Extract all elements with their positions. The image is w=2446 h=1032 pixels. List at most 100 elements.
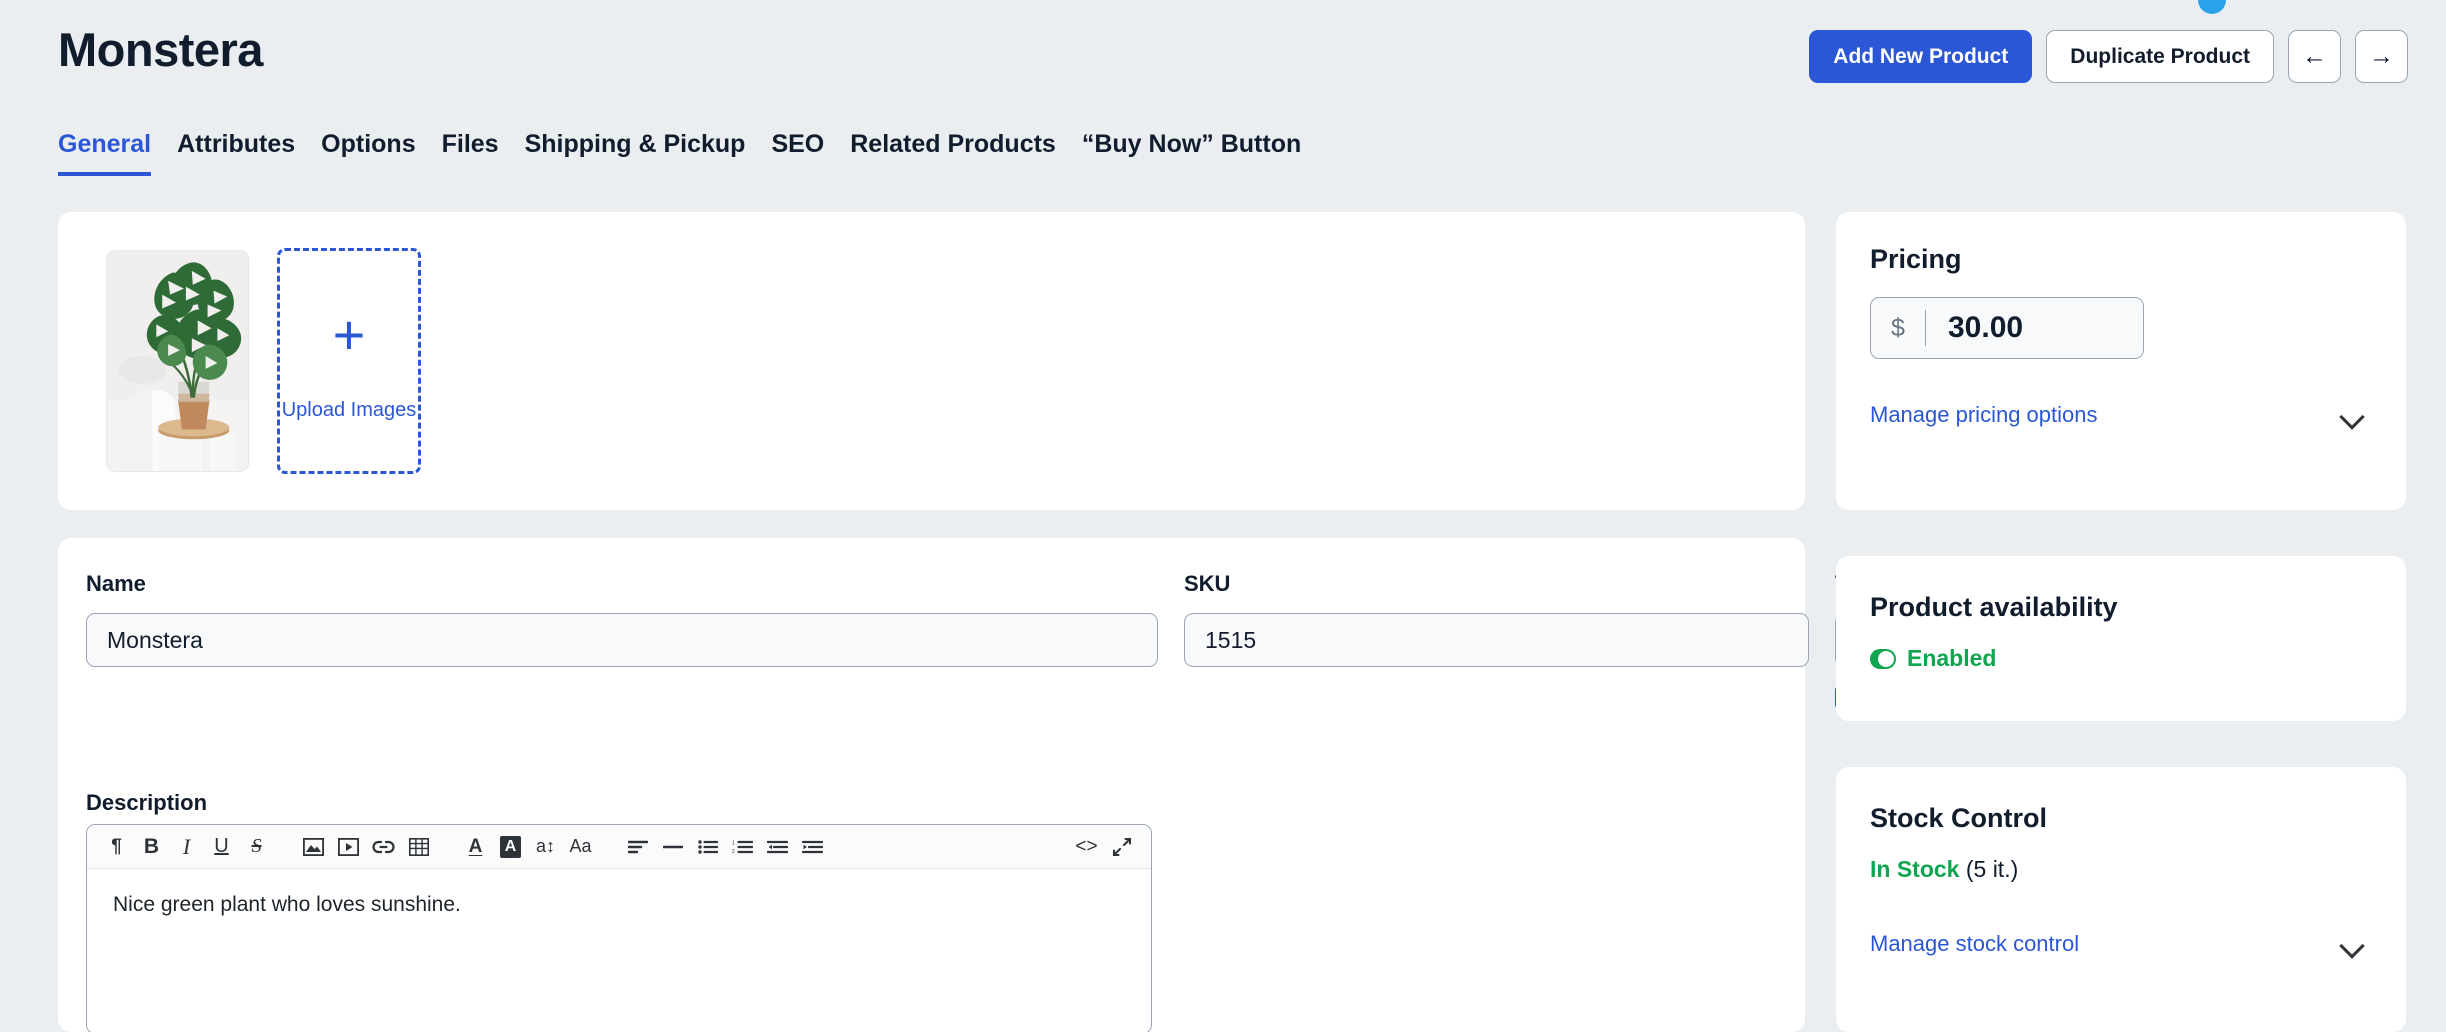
sku-label: SKU: [1184, 571, 1809, 597]
availability-status-label: Enabled: [1907, 645, 1996, 672]
paragraph-icon[interactable]: ¶: [99, 830, 134, 864]
italic-icon[interactable]: I: [169, 830, 204, 864]
align-icon[interactable]: [620, 830, 655, 864]
pricing-card-body: Pricing $ 30.00 Manage pricing options: [1836, 212, 2406, 428]
fullscreen-icon[interactable]: [1104, 830, 1139, 864]
pricing-card: Pricing $ 30.00 Manage pricing options: [1836, 212, 2406, 510]
currency-symbol: $: [1871, 314, 1925, 343]
insert-link-icon[interactable]: [366, 830, 401, 864]
align-glyph: [628, 840, 648, 854]
manage-stock-control-row[interactable]: Manage stock control: [1870, 931, 2372, 957]
product-editor-page: Monstera Add New Product Duplicate Produ…: [0, 0, 2446, 1032]
editor-toolbar: ¶ B I U S: [87, 825, 1151, 869]
availability-toggle[interactable]: [1870, 649, 1896, 669]
availability-title: Product availability: [1870, 592, 2372, 623]
bulleted-list-icon[interactable]: [690, 830, 725, 864]
tab-seo[interactable]: SEO: [771, 130, 824, 176]
strikethrough-icon[interactable]: S: [239, 830, 274, 864]
indent-icon[interactable]: [795, 830, 830, 864]
availability-card-body: Product availability Enabled: [1836, 556, 2406, 672]
source-code-icon[interactable]: <>: [1069, 830, 1104, 864]
name-label: Name: [86, 571, 1158, 597]
stock-control-card: Stock Control In Stock (5 it.) Manage st…: [1836, 767, 2406, 1032]
plus-icon: +: [333, 307, 366, 363]
highlight-color-glyph: A: [500, 836, 522, 858]
upload-images-dropzone[interactable]: + Upload Images: [277, 248, 421, 474]
manage-pricing-options-link[interactable]: Manage pricing options: [1870, 402, 2097, 428]
chevron-down-icon[interactable]: [2340, 937, 2366, 951]
next-product-button[interactable]: →: [2355, 30, 2408, 83]
product-availability-card: Product availability Enabled: [1836, 556, 2406, 721]
indent-glyph: [802, 840, 823, 854]
tab-buy-now-button[interactable]: “Buy Now” Button: [1082, 130, 1301, 176]
stock-quantity: (5 it.): [1966, 856, 2018, 882]
product-tabs: General Attributes Options Files Shippin…: [58, 130, 1301, 176]
link-glyph: [372, 839, 395, 855]
bold-icon[interactable]: B: [134, 830, 169, 864]
insert-table-icon[interactable]: [401, 830, 436, 864]
font-family-icon[interactable]: Aa: [563, 830, 598, 864]
sku-field-group: SKU 1515: [1184, 571, 1809, 667]
page-header: Monstera Add New Product Duplicate Produ…: [0, 0, 2446, 130]
hr-glyph: [663, 840, 683, 854]
duplicate-product-button[interactable]: Duplicate Product: [2046, 30, 2274, 83]
text-color-icon[interactable]: A: [458, 830, 493, 864]
outdent-icon[interactable]: [760, 830, 795, 864]
bullet-list-glyph: [698, 840, 718, 854]
underline-icon[interactable]: U: [204, 830, 239, 864]
image-glyph: [303, 838, 324, 856]
stock-status-line: In Stock (5 it.): [1870, 856, 2372, 883]
chevron-down-icon[interactable]: [2340, 408, 2366, 422]
tab-general[interactable]: General: [58, 130, 151, 176]
tab-shipping-pickup[interactable]: Shipping & Pickup: [525, 130, 746, 176]
font-size-glyph: a↕: [536, 836, 555, 857]
tab-options[interactable]: Options: [321, 130, 415, 176]
availability-status-row[interactable]: Enabled: [1870, 645, 2372, 672]
page-title: Monstera: [58, 22, 263, 77]
tab-files[interactable]: Files: [442, 130, 499, 176]
insert-image-icon[interactable]: [296, 830, 331, 864]
stock-card-body: Stock Control In Stock (5 it.) Manage st…: [1836, 767, 2406, 957]
fullscreen-glyph: [1112, 837, 1132, 857]
font-family-glyph: Aa: [569, 836, 591, 857]
stock-status-badge: In Stock: [1870, 856, 1959, 882]
description-text[interactable]: Nice green plant who loves sunshine.: [87, 869, 1151, 941]
bold-glyph: B: [144, 835, 159, 859]
description-editor: ¶ B I U S: [86, 824, 1152, 1032]
manage-stock-control-link[interactable]: Manage stock control: [1870, 931, 2079, 957]
source-code-glyph: <>: [1075, 836, 1097, 858]
horizontal-rule-icon[interactable]: [655, 830, 690, 864]
name-input[interactable]: Monstera: [86, 613, 1158, 667]
stock-title: Stock Control: [1870, 803, 2372, 834]
numbered-list-glyph: 1 2: [732, 840, 753, 854]
description-label: Description: [86, 790, 207, 816]
product-details-card: Name Monstera SKU 1515 Weight, kg 0.5 Re…: [58, 538, 1805, 1032]
numbered-list-icon[interactable]: 1 2: [725, 830, 760, 864]
product-image-thumbnail[interactable]: [106, 250, 249, 472]
product-images-card: + Upload Images: [58, 212, 1805, 510]
notification-dot-icon: [2198, 0, 2226, 14]
highlight-color-icon[interactable]: A: [493, 830, 528, 864]
insert-video-icon[interactable]: [331, 830, 366, 864]
previous-product-button[interactable]: ←: [2288, 30, 2341, 83]
manage-pricing-options-row[interactable]: Manage pricing options: [1870, 402, 2372, 428]
price-value: 30.00: [1926, 311, 2023, 345]
paragraph-glyph: ¶: [111, 836, 122, 858]
tab-related-products[interactable]: Related Products: [850, 130, 1056, 176]
monstera-plant-photo: [107, 251, 248, 471]
outdent-glyph: [767, 840, 788, 854]
text-color-glyph: A: [469, 836, 483, 858]
video-glyph: [338, 838, 359, 856]
svg-text:2: 2: [732, 849, 735, 854]
strikethrough-glyph: S: [252, 835, 262, 858]
tab-attributes[interactable]: Attributes: [177, 130, 295, 176]
svg-text:1: 1: [732, 840, 735, 846]
table-glyph: [409, 838, 429, 856]
italic-glyph: I: [183, 834, 190, 860]
add-new-product-button[interactable]: Add New Product: [1809, 30, 2032, 83]
price-input[interactable]: $ 30.00: [1870, 297, 2144, 359]
font-size-icon[interactable]: a↕: [528, 830, 563, 864]
header-actions: Add New Product Duplicate Product ← →: [1809, 30, 2408, 83]
sku-input[interactable]: 1515: [1184, 613, 1809, 667]
upload-images-label: Upload Images: [282, 399, 417, 422]
